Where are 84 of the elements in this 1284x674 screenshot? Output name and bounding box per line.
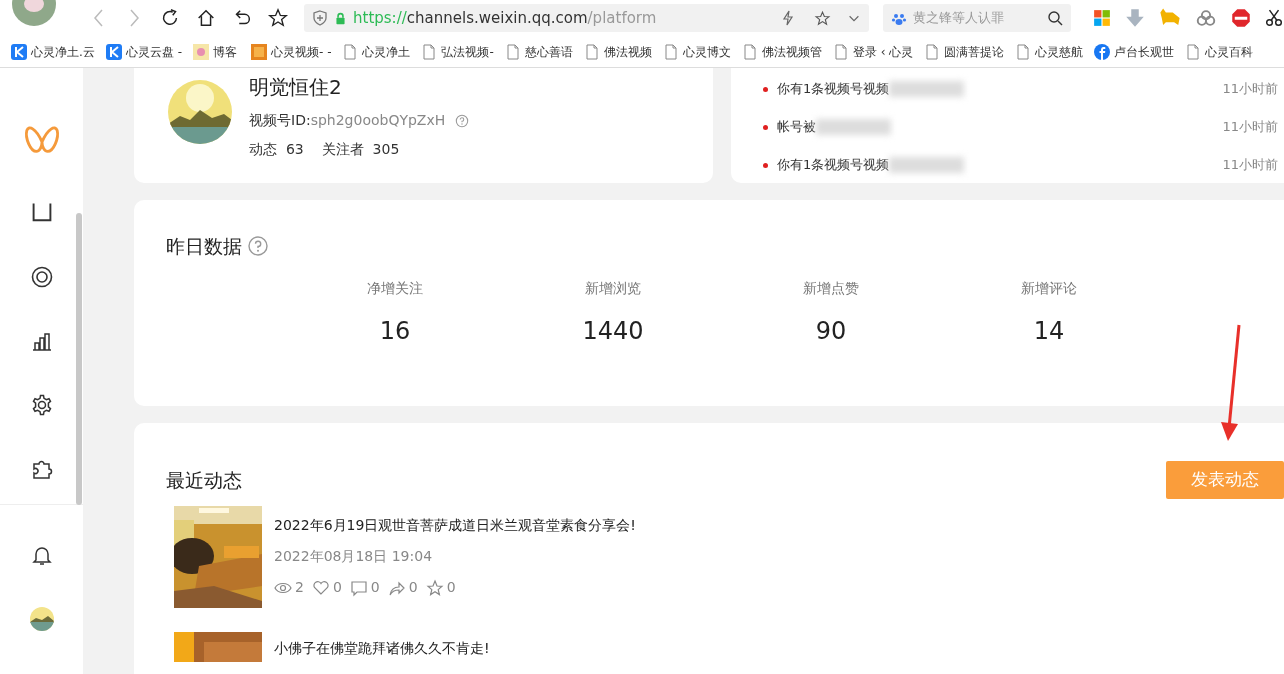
bookmark-link[interactable]: 心灵博文 <box>651 42 731 61</box>
page-icon <box>1015 43 1032 60</box>
star-icon <box>267 7 289 29</box>
section-title: 最近动态 <box>166 467 242 493</box>
stat-value: 16 <box>378 315 412 347</box>
avatar-icon <box>29 606 54 632</box>
cloud-icon[interactable] <box>1195 7 1217 29</box>
page-icon <box>741 43 758 60</box>
bookmark-link[interactable]: 博客 <box>182 42 240 61</box>
flower-icon <box>193 43 209 60</box>
bookmark-link[interactable]: 心灵慈航 <box>1004 42 1084 61</box>
comment-icon <box>349 578 368 597</box>
lightning-icon[interactable] <box>780 10 796 26</box>
scrollbar[interactable] <box>76 213 82 505</box>
address-bar[interactable]: https://channels.weixin.qq.com/platform <box>304 4 869 32</box>
f-logo-icon <box>1094 43 1111 60</box>
search-icon[interactable] <box>1047 10 1063 26</box>
post-title[interactable]: 小佛子在佛堂跪拜诸佛久久不肯走! <box>274 638 490 659</box>
adblock-icon[interactable] <box>1231 8 1251 28</box>
page-icon <box>504 43 521 60</box>
notification-time: 11小时前 <box>1222 80 1278 99</box>
stat-label: 新增浏览 <box>584 278 642 298</box>
help-icon[interactable] <box>455 113 470 128</box>
post-stat: 2 <box>274 577 304 598</box>
bookmark-link[interactable]: 心灵净土.云 <box>0 42 95 61</box>
windows-icon[interactable] <box>1093 9 1111 27</box>
page-icon <box>583 43 600 60</box>
channel-id: 视频号ID:sph2g0oobQYpZxH <box>249 111 446 130</box>
bookmark-link[interactable]: 心灵云盘 - <box>94 42 182 61</box>
channel-name: 明觉恒住2 <box>249 74 343 101</box>
notification-text: 你有1条视频号视频 <box>777 156 890 175</box>
posts-count: 动态 63 <box>249 140 304 159</box>
unread-dot <box>763 86 768 92</box>
bookmark-link[interactable]: 卢台长观世 <box>1083 42 1175 61</box>
unread-dot <box>763 162 768 168</box>
post-stat: 0 <box>387 577 418 598</box>
page-icon <box>832 43 849 60</box>
stat-value: 90 <box>814 315 848 347</box>
target-button[interactable] <box>29 265 54 289</box>
bookmark-link[interactable]: 弘法视频- <box>410 42 494 61</box>
notification-time: 11小时前 <box>1222 156 1278 175</box>
bookmark-link[interactable]: 慈心善语 <box>493 42 573 61</box>
stat-label: 新增评论 <box>1020 278 1078 298</box>
post-title[interactable]: 2022年6月19日观世音菩萨成道日米兰观音堂素食分享会! <box>274 515 636 536</box>
home-icon <box>195 7 217 29</box>
url-text: https://channels.weixin.qq.com/platform <box>353 7 658 29</box>
bookmark-link[interactable]: 佛法视频 <box>572 42 652 61</box>
target-icon <box>29 265 54 289</box>
bookmark-link[interactable]: 心灵百科 <box>1174 42 1254 61</box>
k-logo-icon <box>11 43 27 60</box>
page-icon <box>342 43 359 60</box>
notification-text: 帐号被 <box>777 118 816 137</box>
stat-label: 净增关注 <box>366 278 424 298</box>
page-icon <box>421 43 438 60</box>
notification-time: 11小时前 <box>1222 118 1278 137</box>
section-title: 昨日数据 <box>166 234 242 259</box>
post-stat: 0 <box>425 577 456 598</box>
bookmark-link[interactable]: 登录 ‹ 心灵 <box>821 42 914 61</box>
post-date: 2022年08月18日 19:04 <box>274 547 434 566</box>
star-icon <box>425 578 444 597</box>
star-icon[interactable] <box>814 9 831 27</box>
page-icon <box>1185 43 1202 60</box>
bookmark-link[interactable]: 心灵净土 <box>331 42 411 61</box>
tile-icon <box>251 43 267 60</box>
unread-dot <box>763 124 768 130</box>
lock-icon <box>334 11 347 25</box>
bookmark-link[interactable]: 佛法视频管 <box>730 42 822 61</box>
avatar-button[interactable] <box>29 607 54 631</box>
heart-icon <box>311 578 330 597</box>
post-stat: 0 <box>349 577 380 598</box>
shield-icon <box>312 10 328 26</box>
bookmark-link[interactable]: 心灵视频- - <box>240 42 332 61</box>
stat-value: 1440 <box>581 315 645 347</box>
scissors-icon[interactable] <box>1265 9 1283 27</box>
notification-text: 你有1条视频号视频 <box>777 80 890 99</box>
stat-label: 新增点赞 <box>802 278 860 298</box>
post-stat: 0 <box>311 577 342 598</box>
k-logo-icon <box>105 43 122 60</box>
bookmark-link[interactable]: 圆满菩提论 <box>913 42 1005 61</box>
help-icon[interactable] <box>248 236 268 257</box>
page-icon <box>662 43 679 60</box>
page-icon <box>924 43 941 60</box>
stat-value: 14 <box>1032 315 1066 347</box>
followers-count: 关注者 305 <box>321 140 400 159</box>
